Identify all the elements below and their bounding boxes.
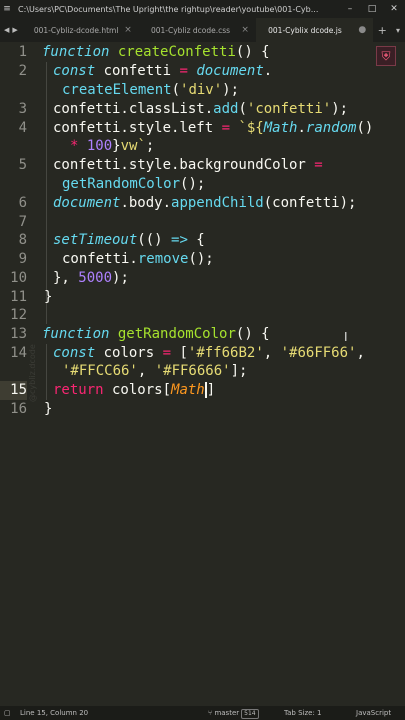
line-number: 6 <box>18 195 27 211</box>
minimize-button[interactable]: – <box>339 4 361 14</box>
branch-name: master <box>214 709 240 717</box>
tab-close-icon[interactable]: × <box>123 25 133 35</box>
branch-badge: 514 <box>241 709 259 719</box>
tab-next-icon[interactable]: ▶ <box>12 26 17 34</box>
line-number: 5 <box>18 157 27 173</box>
cursor-position[interactable]: Line 15, Column 20 <box>20 706 88 720</box>
code-line: } <box>44 289 53 305</box>
tab-label: 001-Cyblix dcode.js <box>268 25 342 35</box>
line-number: 13 <box>10 326 27 342</box>
tab-close-icon[interactable]: × <box>240 25 250 35</box>
ibeam-cursor-icon: Ⅰ <box>344 330 348 344</box>
line-number: 4 <box>18 120 27 136</box>
code-line-wrap: '#FFCC66', '#FF6666']; <box>62 363 248 379</box>
line-number: 14 <box>10 345 27 361</box>
line-number: 7 <box>18 214 27 230</box>
window-title: C:\Users\PC\Documents\The Upright\the ri… <box>18 4 319 14</box>
line-number: 8 <box>18 232 27 248</box>
code-line: document.body.appendChild(confetti); <box>53 195 357 211</box>
hamburger-icon[interactable]: ≡ <box>0 4 14 14</box>
line-number: 9 <box>18 251 27 267</box>
syntax-mode[interactable]: JavaScript <box>356 706 391 720</box>
tab-bar: ◀ ▶ 001-Cybliz-dcode.html × 001-Cybliz d… <box>0 18 405 42</box>
tab-html[interactable]: 001-Cybliz-dcode.html × <box>22 18 139 42</box>
tab-prev-icon[interactable]: ◀ <box>4 26 9 34</box>
code-line: confetti.classList.add('confetti'); <box>53 101 349 117</box>
code-line: confetti.style.left = `${Math.random() <box>53 120 374 136</box>
code-line: const confetti = document. <box>53 63 273 79</box>
code-line: confetti.remove(); <box>62 251 214 267</box>
tab-size[interactable]: Tab Size: 1 <box>284 706 321 720</box>
line-number: 10 <box>10 270 27 286</box>
watermark: @cybliz.dcode <box>28 344 37 402</box>
code-line: }, 5000); <box>53 270 129 286</box>
code-line: const colors = ['#ff66B2', '#66FF66', <box>53 345 365 361</box>
code-line-wrap: * 100}vw`; <box>70 138 155 154</box>
branch-icon: ⑂ <box>208 709 213 717</box>
code-line-active: return colors[Math] <box>53 382 216 398</box>
code-line: function getRandomColor() { <box>42 326 270 342</box>
close-button[interactable]: ✕ <box>383 4 405 14</box>
indent-guide <box>46 62 47 324</box>
code-line-wrap: getRandomColor(); <box>62 176 206 192</box>
code-line: setTimeout(() => { <box>53 232 205 248</box>
code-line: function createConfetti() { <box>42 44 270 60</box>
line-number-active: 15 <box>0 381 27 400</box>
tab-label: 001-Cybliz dcode.css <box>150 25 231 35</box>
tab-dirty-icon[interactable]: ● <box>357 25 367 35</box>
shield-icon[interactable]: ⛨ <box>376 46 396 66</box>
line-number: 2 <box>18 63 27 79</box>
git-branch[interactable]: ⑂ master 514 <box>208 706 259 720</box>
tab-overflow-icon[interactable]: ▾ <box>391 18 405 42</box>
tab-css[interactable]: 001-Cybliz dcode.css × <box>139 18 256 42</box>
indent-guide <box>46 344 47 400</box>
code-line-wrap: createElement('div'); <box>62 82 240 98</box>
line-number: 12 <box>10 307 27 323</box>
title-bar: ≡ C:\Users\PC\Documents\The Upright\the … <box>0 0 405 18</box>
line-number: 16 <box>10 401 27 417</box>
new-tab-button[interactable]: + <box>373 18 391 42</box>
panel-toggle-icon[interactable]: ▢ <box>4 706 11 720</box>
line-number: 1 <box>18 44 27 60</box>
code-editor[interactable]: function createConfetti() { const confet… <box>42 42 387 706</box>
tab-label: 001-Cybliz-dcode.html <box>33 25 119 35</box>
tab-js[interactable]: 001-Cyblix dcode.js ● <box>256 18 374 42</box>
status-bar: ▢ Line 15, Column 20 ⑂ master 514 Tab Siz… <box>0 706 405 720</box>
tab-nav: ◀ ▶ <box>0 18 22 42</box>
line-number: 11 <box>10 289 27 305</box>
code-line: } <box>44 401 53 417</box>
line-number: 3 <box>18 101 27 117</box>
code-line: confetti.style.backgroundColor = <box>53 157 323 173</box>
maximize-button[interactable]: □ <box>361 4 383 14</box>
